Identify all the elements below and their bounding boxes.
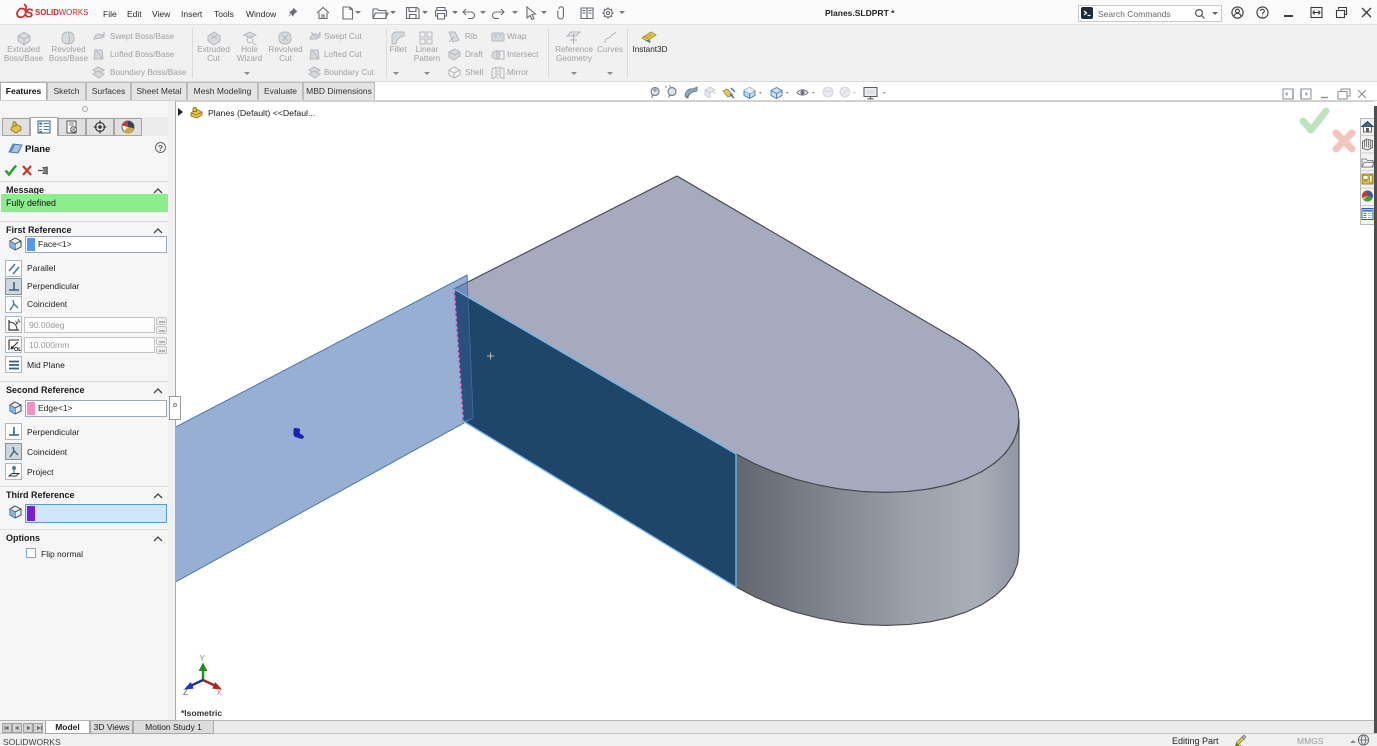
svg-text:S: S (25, 7, 34, 21)
svg-text:OL: OL (14, 347, 21, 352)
svg-text:*Isometric: *Isometric (181, 708, 222, 718)
svg-text:X: X (217, 688, 223, 697)
svg-text:Y: Y (200, 654, 206, 663)
svg-text:A: A (17, 319, 21, 325)
svg-text:Z: Z (183, 688, 188, 697)
